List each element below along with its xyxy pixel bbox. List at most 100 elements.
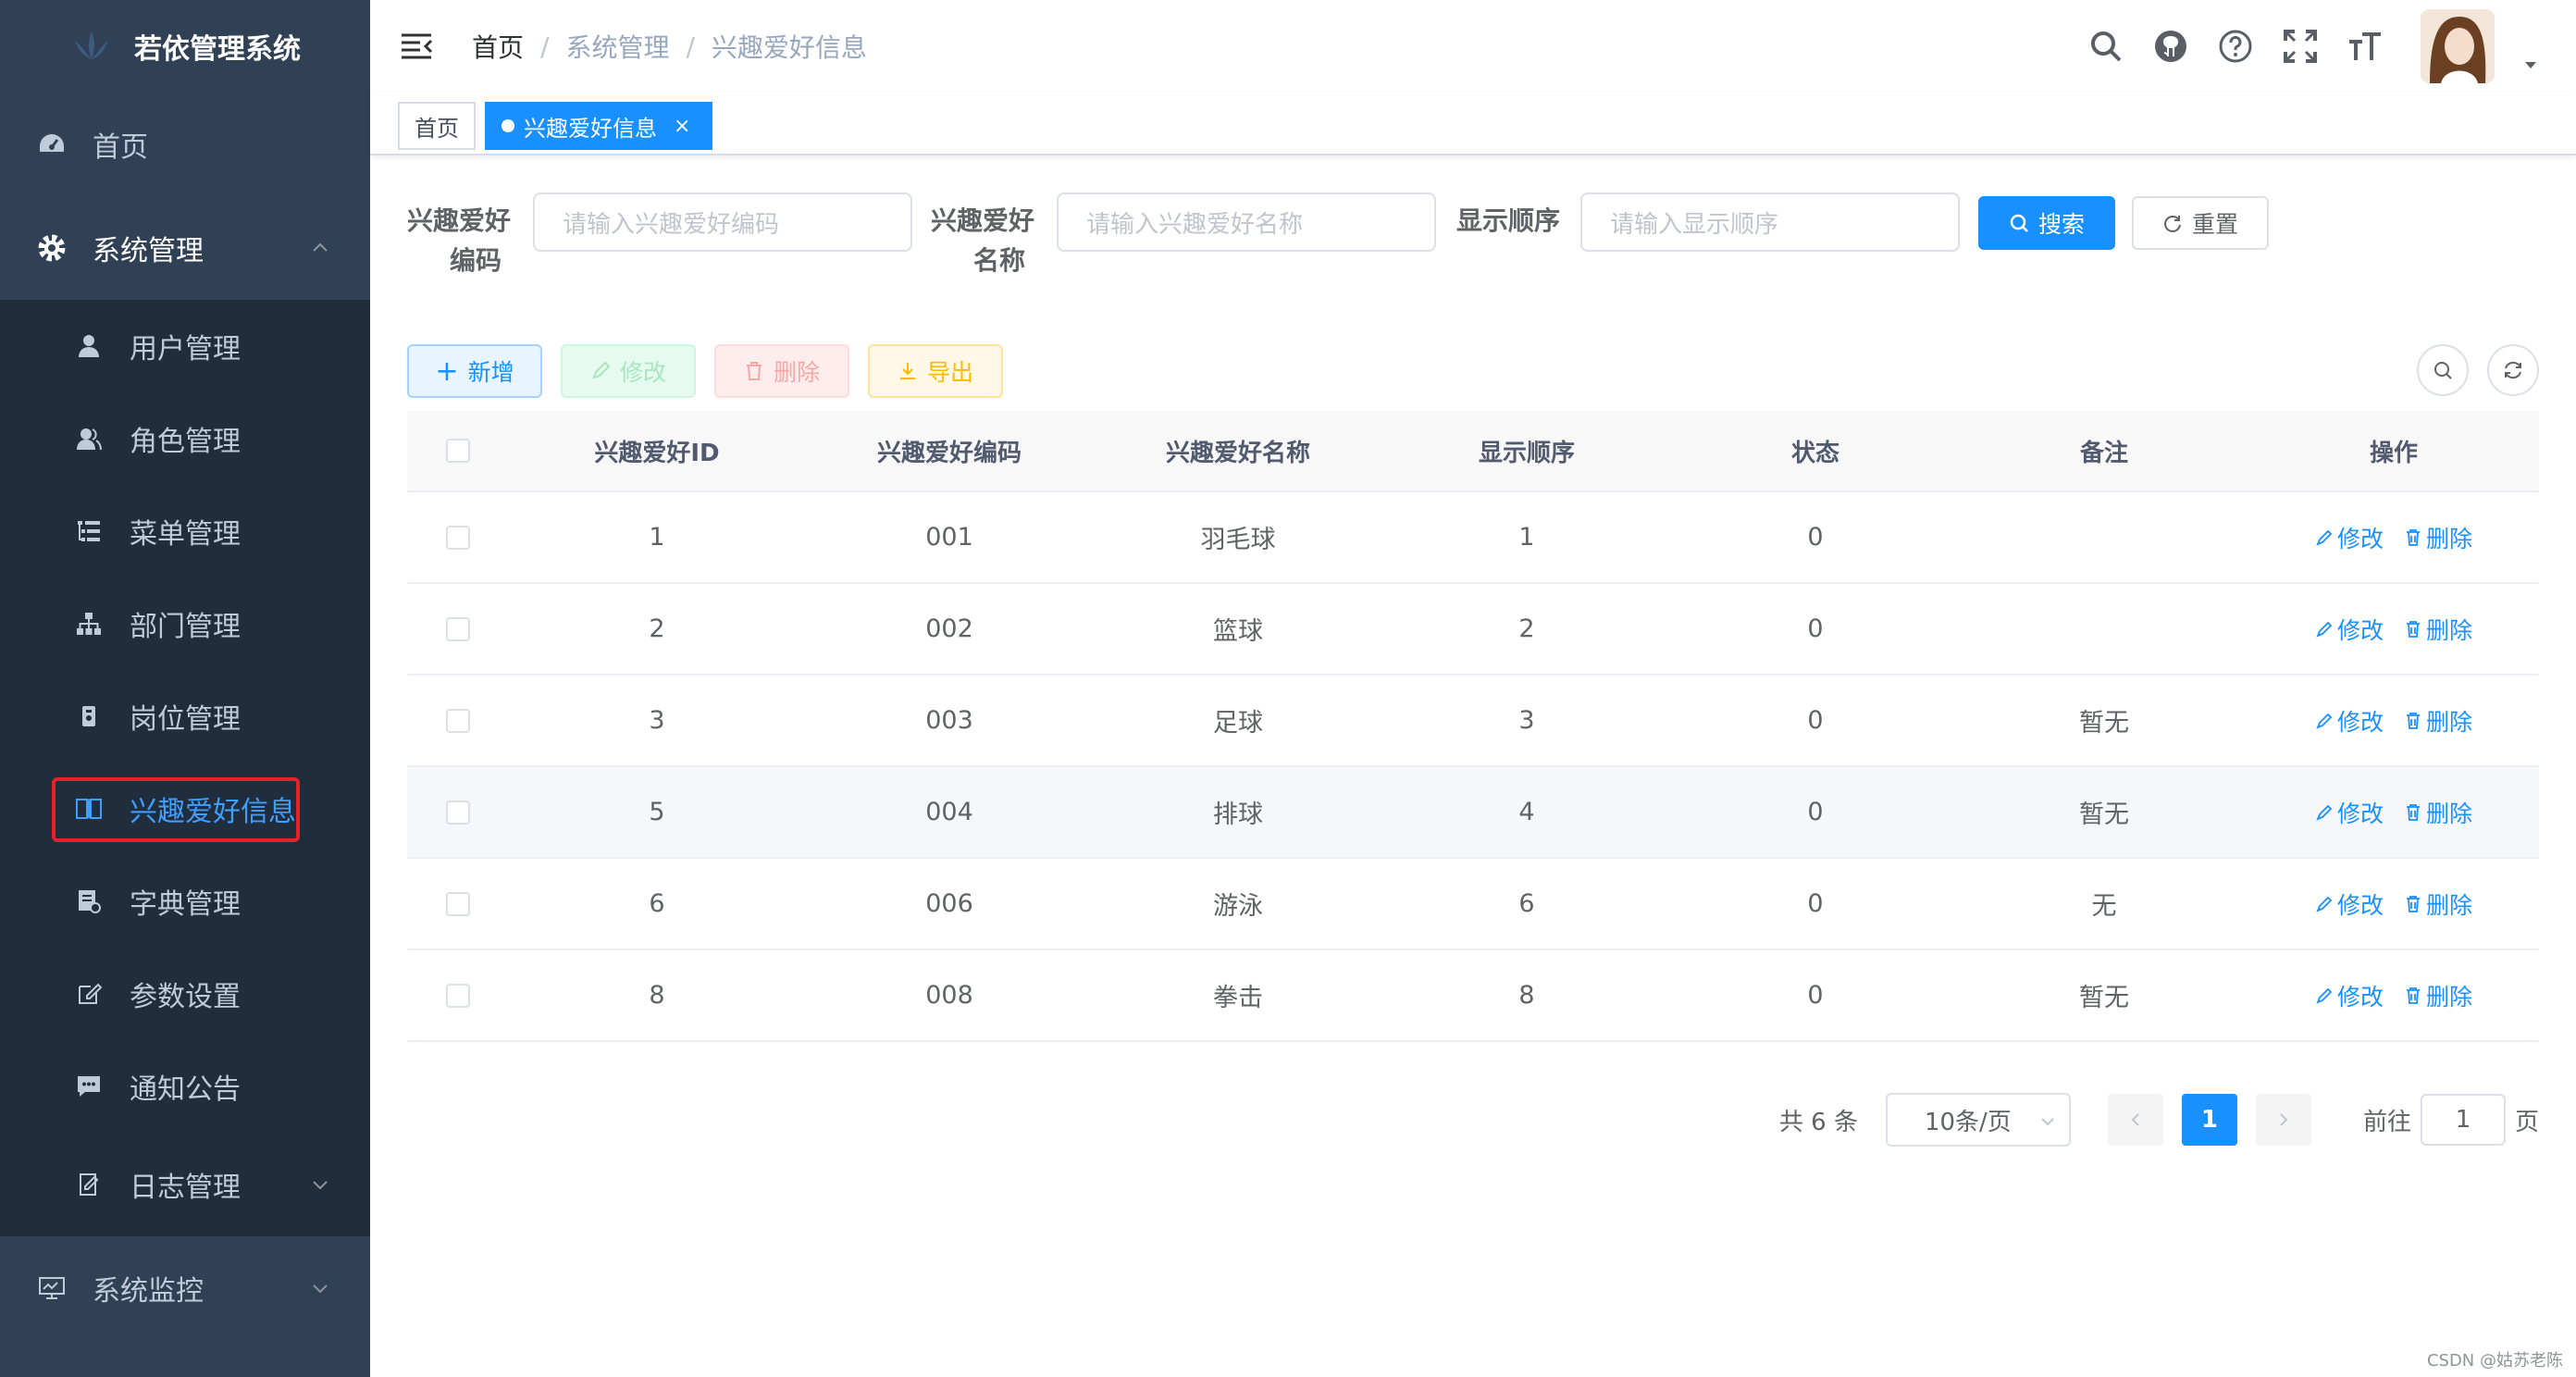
next-page-button[interactable]	[2255, 1094, 2311, 1146]
cell-status: 0	[1807, 523, 1824, 552]
row-checkbox[interactable]	[446, 708, 470, 733]
col-header[interactable]: 显示顺序	[1382, 434, 1671, 468]
row-delete-link[interactable]: 删除	[2404, 704, 2472, 738]
edit-button[interactable]: 修改	[561, 344, 696, 398]
sidebar-item-dept[interactable]: 部门管理	[0, 577, 370, 670]
avatar[interactable]	[2421, 9, 2495, 83]
reset-button[interactable]: 重置	[2132, 196, 2269, 250]
row-checkbox[interactable]	[446, 983, 470, 1008]
caret-down-icon[interactable]	[2522, 56, 2539, 73]
sidebar-item-notice[interactable]: 通知公告	[0, 1040, 370, 1133]
table-row[interactable]: 6 006 游泳 6 0 无 修改 删除	[407, 859, 2539, 950]
font-size-icon[interactable]	[2347, 28, 2384, 65]
cell-remark: 暂无	[2079, 709, 2129, 738]
monitor-icon	[37, 1273, 67, 1303]
cell-name: 羽毛球	[1200, 526, 1276, 554]
fullscreen-icon[interactable]	[2282, 28, 2319, 65]
delete-button[interactable]: 删除	[714, 344, 849, 398]
trash-icon	[2407, 986, 2420, 1004]
gear-icon	[37, 233, 67, 263]
code-input[interactable]: 请输入兴趣爱好编码	[533, 192, 912, 252]
table-row[interactable]: 1 001 羽毛球 1 0 修改 删除	[407, 492, 2539, 584]
col-header[interactable]: 备注	[1960, 434, 2248, 468]
name-input[interactable]: 请输入兴趣爱好名称	[1057, 192, 1436, 252]
row-delete-link[interactable]: 删除	[2404, 613, 2472, 646]
tag-home[interactable]: 首页	[398, 102, 476, 150]
row-checkbox[interactable]	[446, 891, 470, 916]
logo[interactable]: 若依管理系统	[0, 0, 370, 93]
export-button[interactable]: 导出	[868, 344, 1003, 398]
refresh-table-button[interactable]	[2487, 344, 2539, 396]
row-checkbox[interactable]	[446, 525, 470, 550]
menu-system[interactable]: 系统管理	[0, 196, 370, 300]
page-size-select[interactable]: 10条/页	[1885, 1093, 2071, 1147]
row-edit-link[interactable]: 修改	[2315, 979, 2384, 1012]
name-placeholder: 请输入兴趣爱好名称	[1086, 210, 1304, 239]
menu-monitor[interactable]: 系统监控	[0, 1236, 370, 1340]
sidebar-item-config[interactable]: 参数设置	[0, 948, 370, 1040]
col-header[interactable]: 兴趣爱好名称	[1094, 434, 1382, 468]
question-icon[interactable]	[2217, 28, 2254, 65]
row-delete-link[interactable]: 删除	[2404, 796, 2472, 829]
menu-home[interactable]: 首页	[0, 93, 370, 196]
table-row[interactable]: 2 002 篮球 2 0 修改 删除	[407, 584, 2539, 676]
add-button[interactable]: + 新增	[407, 344, 542, 398]
trash-icon	[2407, 712, 2420, 729]
row-edit-link[interactable]: 修改	[2315, 887, 2384, 921]
page-suffix: 页	[2514, 1108, 2539, 1136]
cell-sort: 4	[1518, 798, 1535, 826]
cell-actions: 修改 删除	[2248, 521, 2539, 554]
row-edit-label: 修改	[2336, 800, 2384, 827]
row-delete-label: 删除	[2426, 525, 2473, 552]
search-icon[interactable]	[2087, 28, 2124, 65]
col-header[interactable]: 兴趣爱好ID	[509, 434, 805, 468]
goto-page-input[interactable]: 1	[2420, 1094, 2506, 1146]
col-header[interactable]: 兴趣爱好编码	[805, 434, 1094, 468]
row-edit-label: 修改	[2336, 891, 2384, 919]
sidebar-item-hobby[interactable]: 兴趣爱好信息	[0, 763, 370, 855]
breadcrumb-system[interactable]: 系统管理	[565, 28, 669, 65]
row-delete-link[interactable]: 删除	[2404, 521, 2472, 554]
row-edit-link[interactable]: 修改	[2315, 613, 2384, 646]
sidebar-item-post[interactable]: 岗位管理	[0, 670, 370, 763]
table-row[interactable]: 3 003 足球 3 0 暂无 修改 删除	[407, 676, 2539, 767]
close-icon[interactable]: ×	[674, 115, 690, 138]
sidebar-item-dict[interactable]: 字典管理	[0, 855, 370, 948]
table-row[interactable]: 5 004 排球 4 0 暂无 修改 删除	[407, 767, 2539, 859]
cell-sort: 3	[1518, 706, 1535, 735]
prev-page-button[interactable]	[2107, 1094, 2163, 1146]
row-checkbox[interactable]	[446, 616, 470, 641]
hamburger-icon[interactable]	[398, 28, 435, 65]
row-edit-link[interactable]: 修改	[2315, 704, 2384, 738]
select-all-checkbox[interactable]	[446, 439, 470, 463]
page-jumper: 前往 1 页	[2363, 1094, 2539, 1146]
download-icon	[899, 363, 915, 379]
row-checkbox[interactable]	[446, 800, 470, 825]
row-edit-link[interactable]: 修改	[2315, 521, 2384, 554]
github-icon[interactable]	[2152, 28, 2189, 65]
sidebar-item-user[interactable]: 用户管理	[0, 300, 370, 392]
breadcrumb-separator: /	[540, 31, 550, 62]
table-row[interactable]: 8 008 拳击 8 0 暂无 修改 删除	[407, 950, 2539, 1042]
row-edit-link[interactable]: 修改	[2315, 796, 2384, 829]
data-table: 兴趣爱好ID 兴趣爱好编码 兴趣爱好名称 显示顺序 状态 备注 操作 1 001 羽…	[407, 411, 2539, 1042]
tag-current[interactable]: 兴趣爱好信息 ×	[485, 102, 712, 150]
sidebar-item-menu[interactable]: 菜单管理	[0, 485, 370, 577]
row-delete-link[interactable]: 删除	[2404, 887, 2472, 921]
toggle-search-button[interactable]	[2417, 344, 2469, 396]
table-header: 兴趣爱好ID 兴趣爱好编码 兴趣爱好名称 显示顺序 状态 备注 操作	[407, 411, 2539, 492]
sidebar-item-role[interactable]: 角色管理	[0, 392, 370, 485]
cell-name: 游泳	[1213, 892, 1263, 921]
sidebar-item-label: 日志管理	[130, 1172, 241, 1204]
row-delete-link[interactable]: 删除	[2404, 979, 2472, 1012]
sort-input[interactable]: 请输入显示顺序	[1580, 192, 1960, 252]
cell-id: 1	[649, 523, 665, 552]
breadcrumb-home[interactable]: 首页	[472, 28, 524, 65]
page-number-current[interactable]: 1	[2181, 1094, 2237, 1146]
col-header[interactable]: 状态	[1671, 434, 1960, 468]
edit-icon	[2316, 987, 2333, 1004]
search-button[interactable]: 搜索	[1978, 196, 2115, 250]
sidebar-item-log[interactable]: 日志管理	[0, 1133, 370, 1236]
cell-sort: 8	[1518, 981, 1535, 1010]
code-placeholder: 请输入兴趣爱好编码	[563, 210, 780, 239]
